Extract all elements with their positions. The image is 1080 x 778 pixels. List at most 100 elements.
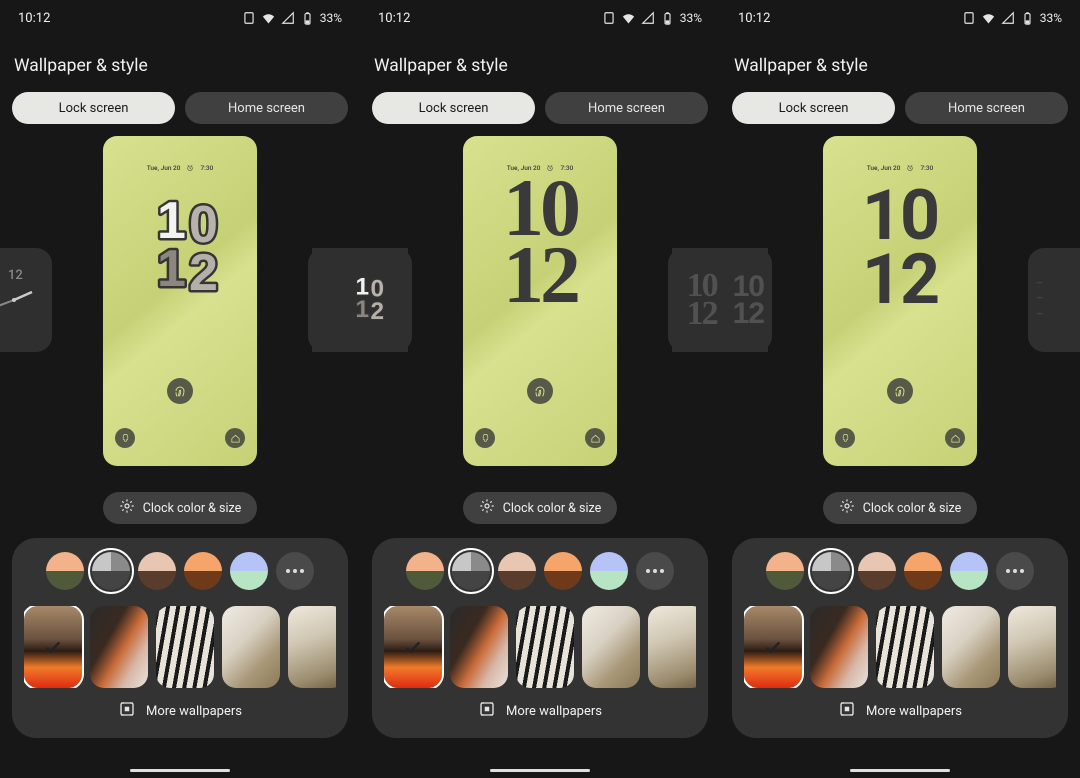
color-swatch-4[interactable] — [950, 552, 988, 590]
wallpaper-thumb-1[interactable] — [450, 606, 508, 688]
clock-style-option-left[interactable]: 12 9 — [0, 248, 52, 352]
wallpaper-thumb-4[interactable] — [288, 606, 336, 688]
device-pane-0: 10:12 33% Wallpaper & style Lock screen … — [0, 0, 360, 778]
cell-signal-icon — [281, 11, 295, 25]
color-swatch-0[interactable] — [46, 552, 84, 590]
tab-home-screen[interactable]: Home screen — [185, 92, 348, 124]
color-swatch-0[interactable] — [766, 552, 804, 590]
flashlight-icon — [475, 428, 495, 448]
color-swatch-2[interactable] — [498, 552, 536, 590]
more-wallpapers-button[interactable]: More wallpapers — [744, 700, 1056, 722]
color-swatch-1[interactable] — [452, 552, 490, 590]
status-bar: 10:12 33% — [12, 0, 348, 32]
more-colors-button[interactable] — [276, 552, 314, 590]
gear-icon — [119, 498, 135, 518]
gesture-nav-bar[interactable] — [130, 769, 230, 772]
status-bar: 10:12 33% — [372, 0, 708, 32]
gesture-nav-bar[interactable] — [490, 769, 590, 772]
clock-style-option-right[interactable]: ——— — [1028, 248, 1080, 352]
color-swatch-row — [744, 552, 1056, 590]
battery-pct: 33% — [680, 11, 702, 25]
page-title: Wallpaper & style — [374, 56, 706, 76]
battery-pct: 33% — [1040, 11, 1062, 25]
wallpaper-thumb-3[interactable] — [942, 606, 1000, 688]
device-pane-1: 10:12 33% Wallpaper & style Lock screen … — [360, 0, 720, 778]
more-colors-button[interactable] — [996, 552, 1034, 590]
status-time: 10:12 — [738, 11, 770, 26]
wallpaper-icon — [118, 700, 136, 722]
clock-color-size-button[interactable]: Clock color & size — [103, 492, 258, 524]
battery-icon — [660, 11, 675, 26]
lockscreen-clock: 1 0 1 2 — [103, 192, 257, 302]
wallpaper-thumb-0[interactable] — [384, 606, 442, 688]
wallpaper-thumb-4[interactable] — [648, 606, 696, 688]
battery-pct: 33% — [320, 11, 342, 25]
more-wallpapers-button[interactable]: More wallpapers — [24, 700, 336, 722]
lockscreen-preview[interactable]: Tue, Jun 20 7:30 10 12 — [823, 136, 977, 466]
wallpaper-panel: More wallpapers — [372, 538, 708, 738]
status-time: 10:12 — [378, 11, 410, 26]
tab-lock-screen[interactable]: Lock screen — [12, 92, 175, 124]
gear-icon — [839, 498, 855, 518]
flashlight-icon — [115, 428, 135, 448]
wallpaper-thumb-1[interactable] — [90, 606, 148, 688]
screen-icon — [602, 11, 616, 25]
lockscreen-clock: 10 12 — [463, 174, 617, 308]
battery-icon — [1020, 11, 1035, 26]
tab-lock-screen[interactable]: Lock screen — [732, 92, 895, 124]
cell-signal-icon — [1001, 11, 1015, 25]
clock-style-option-left[interactable]: 1 0 1 2 — [312, 248, 412, 352]
wallpaper-thumb-row — [744, 606, 1056, 688]
clock-color-size-button[interactable]: Clock color & size — [823, 492, 978, 524]
wallpaper-icon — [838, 700, 856, 722]
wallpaper-icon — [478, 700, 496, 722]
wallpaper-thumb-3[interactable] — [222, 606, 280, 688]
color-swatch-1[interactable] — [92, 552, 130, 590]
color-swatch-4[interactable] — [230, 552, 268, 590]
wallpaper-thumb-2[interactable] — [516, 606, 574, 688]
wallpaper-thumb-1[interactable] — [810, 606, 868, 688]
svg-text:2: 2 — [370, 298, 384, 325]
home-shortcut-icon — [225, 428, 245, 448]
wallpaper-panel: More wallpapers — [732, 538, 1068, 738]
color-swatch-row — [24, 552, 336, 590]
tab-home-screen[interactable]: Home screen — [905, 92, 1068, 124]
wallpaper-thumb-row — [384, 606, 696, 688]
wifi-icon — [981, 11, 996, 26]
fingerprint-icon — [167, 378, 193, 404]
tab-lock-screen[interactable]: Lock screen — [372, 92, 535, 124]
cell-signal-icon — [641, 11, 655, 25]
more-wallpapers-button[interactable]: More wallpapers — [384, 700, 696, 722]
more-colors-button[interactable] — [636, 552, 674, 590]
color-swatch-4[interactable] — [590, 552, 628, 590]
wallpaper-thumb-0[interactable] — [24, 606, 82, 688]
clock-style-option-left[interactable]: 10121012 — [672, 248, 772, 352]
lockscreen-date-row: Tue, Jun 20 7:30 — [823, 164, 977, 172]
color-swatch-2[interactable] — [858, 552, 896, 590]
color-swatch-0[interactable] — [406, 552, 444, 590]
color-swatch-3[interactable] — [544, 552, 582, 590]
lockscreen-preview[interactable]: Tue, Jun 20 7:30 10 12 — [463, 136, 617, 466]
screen-icon — [242, 11, 256, 25]
wallpaper-thumb-row — [24, 606, 336, 688]
color-swatch-3[interactable] — [184, 552, 222, 590]
home-shortcut-icon — [585, 428, 605, 448]
lockscreen-date-row: Tue, Jun 20 7:30 — [103, 164, 257, 172]
color-swatch-3[interactable] — [904, 552, 942, 590]
color-swatch-2[interactable] — [138, 552, 176, 590]
status-time: 10:12 — [18, 11, 50, 26]
battery-icon — [300, 11, 315, 26]
gesture-nav-bar[interactable] — [850, 769, 950, 772]
wallpaper-thumb-3[interactable] — [582, 606, 640, 688]
wifi-icon — [261, 11, 276, 26]
svg-text:1: 1 — [157, 240, 186, 298]
clock-color-size-button[interactable]: Clock color & size — [463, 492, 618, 524]
wallpaper-thumb-2[interactable] — [876, 606, 934, 688]
wallpaper-thumb-0[interactable] — [744, 606, 802, 688]
wallpaper-thumb-2[interactable] — [156, 606, 214, 688]
fingerprint-icon — [527, 378, 553, 404]
lockscreen-preview[interactable]: Tue, Jun 20 7:30 1 0 1 2 — [103, 136, 257, 466]
wallpaper-thumb-4[interactable] — [1008, 606, 1056, 688]
tab-home-screen[interactable]: Home screen — [545, 92, 708, 124]
color-swatch-1[interactable] — [812, 552, 850, 590]
